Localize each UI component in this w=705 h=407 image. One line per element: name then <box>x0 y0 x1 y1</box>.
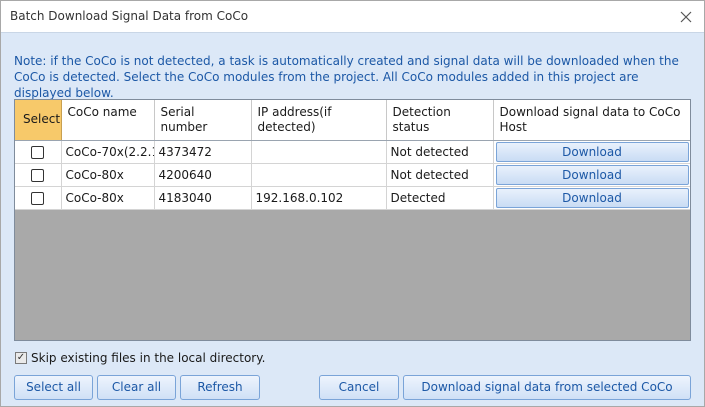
column-header-name[interactable]: CoCo name <box>61 100 155 141</box>
row-select-checkbox[interactable] <box>31 145 45 159</box>
serial-number-cell: 4183040 <box>154 186 252 210</box>
column-header-ip[interactable]: IP address(if detected) <box>251 100 387 141</box>
select-cell <box>15 186 62 210</box>
close-icon[interactable] <box>676 7 696 27</box>
skip-existing-label: Skip existing files in the local directo… <box>31 351 266 365</box>
column-header-status[interactable]: Detection status <box>386 100 494 141</box>
clear-all-button[interactable]: Clear all <box>97 375 176 400</box>
batch-download-dialog: Batch Download Signal Data from CoCo Not… <box>0 0 705 407</box>
coco-module-table: Select CoCo name Serial number IP addres… <box>15 100 690 210</box>
instruction-note: Note: if the CoCo is not detected, a tas… <box>14 54 679 100</box>
row-select-checkbox[interactable] <box>31 168 45 182</box>
column-header-serial[interactable]: Serial number <box>154 100 252 141</box>
refresh-button[interactable]: Refresh <box>180 375 260 400</box>
row-select-checkbox[interactable] <box>31 191 45 205</box>
detection-status-cell: Not detected <box>386 163 494 187</box>
table-row: CoCo-70x(2.2.1) 4373472 Not detected Dow… <box>15 140 690 164</box>
select-cell <box>15 163 62 187</box>
table-row: CoCo-80x 4183040 192.168.0.102 Detected … <box>15 186 690 210</box>
download-cell: Download <box>493 140 690 164</box>
skip-existing-option[interactable]: ✓ Skip existing files in the local direc… <box>15 351 265 365</box>
detection-status-cell: Not detected <box>386 140 494 164</box>
detection-status-cell: Detected <box>386 186 494 210</box>
download-selected-button[interactable]: Download signal data from selected CoCo <box>403 375 691 400</box>
select-cell <box>15 140 62 164</box>
title-bar: Batch Download Signal Data from CoCo <box>1 1 704 33</box>
column-header-select[interactable]: Select <box>15 100 62 141</box>
ip-address-cell <box>251 163 387 187</box>
table-row: CoCo-80x 4200640 Not detected Download <box>15 163 690 187</box>
download-button[interactable]: Download <box>495 187 689 208</box>
ip-address-cell: 192.168.0.102 <box>251 186 387 210</box>
coco-module-grid: Select CoCo name Serial number IP addres… <box>14 99 691 341</box>
cancel-button[interactable]: Cancel <box>319 375 399 400</box>
serial-number-cell: 4200640 <box>154 163 252 187</box>
select-all-button[interactable]: Select all <box>14 375 93 400</box>
download-button[interactable]: Download <box>495 164 689 185</box>
column-header-download[interactable]: Download signal data to CoCo Host <box>493 100 690 141</box>
download-button[interactable]: Download <box>495 141 689 162</box>
window-title: Batch Download Signal Data from CoCo <box>10 9 249 23</box>
download-cell: Download <box>493 163 690 187</box>
skip-existing-checkbox[interactable]: ✓ <box>15 352 27 364</box>
table-header-row: Select CoCo name Serial number IP addres… <box>15 100 690 141</box>
coco-name-cell: CoCo-80x <box>61 186 155 210</box>
download-cell: Download <box>493 186 690 210</box>
ip-address-cell <box>251 140 387 164</box>
coco-name-cell: CoCo-70x(2.2.1) <box>61 140 155 164</box>
serial-number-cell: 4373472 <box>154 140 252 164</box>
coco-name-cell: CoCo-80x <box>61 163 155 187</box>
